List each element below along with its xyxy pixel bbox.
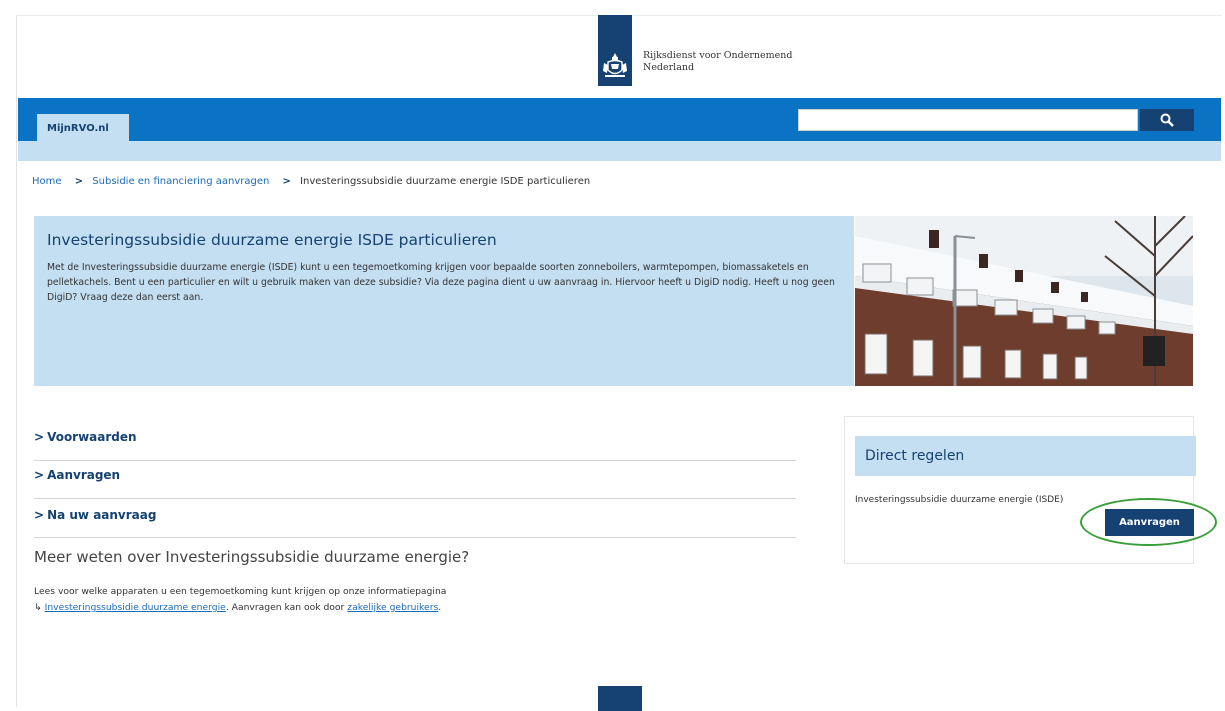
breadcrumb-home[interactable]: Home: [32, 176, 62, 187]
section-label: Voorwaarden: [47, 430, 137, 444]
more-info-heading: Meer weten over Investeringssubsidie duu…: [34, 548, 470, 566]
intro-text: Met de Investeringssubsidie duurzame ene…: [47, 262, 835, 303]
intro-banner: Investeringssubsidie duurzame energie IS…: [34, 216, 854, 386]
chevron-right-icon: >: [34, 430, 45, 444]
breadcrumb-separator: >: [74, 176, 84, 187]
navigation-subbar: [18, 141, 1221, 161]
organization-name: Rijksdienst voor Ondernemend Nederland: [643, 50, 792, 74]
divider: [34, 537, 796, 538]
page-title: Investeringssubsidie duurzame energie IS…: [47, 231, 497, 249]
more-info-mid: . Aanvragen kan ook door: [225, 602, 348, 613]
org-line-2: Nederland: [643, 62, 695, 73]
breadcrumb-current: Investeringssubsidie duurzame energie IS…: [300, 176, 591, 187]
coat-of-arms-icon[interactable]: [598, 15, 632, 86]
info-page-link[interactable]: Investeringssubsidie duurzame energie: [45, 602, 226, 613]
footer-tab: [598, 686, 642, 711]
panel-description: Investeringssubsidie duurzame energie (I…: [855, 495, 1064, 505]
more-info-line: Lees voor welke apparaten u een tegemoet…: [34, 586, 447, 597]
business-users-link[interactable]: zakelijke gebruikers: [347, 602, 438, 613]
more-info-end: .: [438, 602, 442, 613]
search-icon: [1160, 113, 1174, 127]
search-button[interactable]: [1140, 109, 1194, 131]
chevron-right-icon: >: [34, 508, 45, 522]
section-aanvragen[interactable]: > Aanvragen: [34, 468, 796, 482]
section-voorwaarden[interactable]: > Voorwaarden: [34, 430, 796, 444]
org-line-1: Rijksdienst voor Ondernemend: [643, 50, 793, 61]
more-info-text: Lees voor welke apparaten u een tegemoet…: [34, 584, 734, 616]
divider: [34, 498, 796, 499]
chevron-right-icon: >: [34, 468, 45, 482]
section-na-uw-aanvraag[interactable]: > Na uw aanvraag: [34, 508, 796, 522]
section-label: Na uw aanvraag: [47, 508, 157, 522]
breadcrumb-separator: >: [282, 176, 291, 187]
search-input[interactable]: [798, 109, 1138, 131]
breadcrumb-subsidie[interactable]: Subsidie en financiering aanvragen: [92, 176, 269, 187]
houses-snow-photo: [855, 216, 1193, 386]
link-arrow-icon: ↳: [34, 602, 42, 613]
section-label: Aanvragen: [47, 468, 121, 482]
breadcrumb: Home > Subsidie en financiering aanvrage…: [32, 176, 590, 187]
panel-title: Direct regelen: [855, 436, 1196, 476]
tab-mijnrvo[interactable]: MijnRVO.nl: [37, 114, 129, 143]
divider: [34, 460, 796, 461]
highlight-circle: [1080, 498, 1217, 546]
